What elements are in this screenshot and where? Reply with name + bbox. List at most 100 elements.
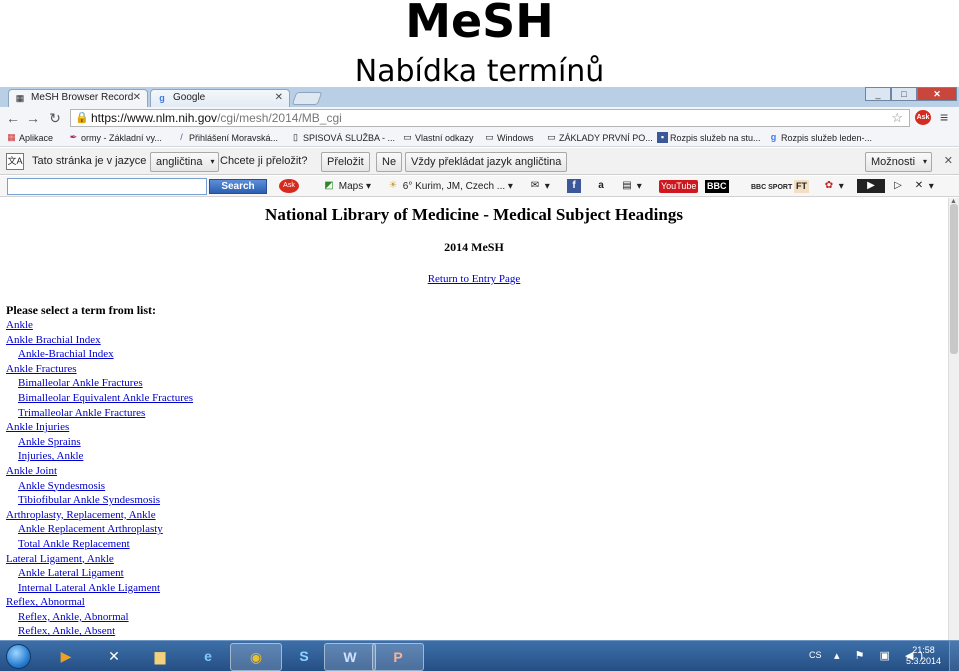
subterm-link[interactable]: Trimalleolar Ankle Fractures [18, 406, 145, 421]
news-icon: ▤ [622, 180, 632, 192]
bbc-button[interactable]: BBC [705, 179, 729, 194]
subterm-link[interactable]: Ankle Sprains [18, 435, 81, 450]
bookmark-folder[interactable]: ▭ Windows [484, 129, 533, 147]
translate-button[interactable]: Přeložit [321, 152, 370, 172]
term-link[interactable]: Reflex, Abnormal [6, 595, 85, 610]
subterm-link[interactable]: Reflex, Ankle, Abnormal [18, 610, 129, 625]
youtube-icon: YouTube [659, 180, 699, 193]
bookmark-item[interactable]: / Přihlášení Moravská... [176, 129, 278, 147]
address-bar[interactable]: 🔒 https://www.nlm.nih.gov/cgi/mesh/2014/… [70, 109, 910, 127]
term-link[interactable]: Ankle Brachial Index [6, 333, 101, 348]
bookmark-item[interactable]: g Rozpis služeb leden-... [768, 129, 872, 147]
taskbar-chrome[interactable]: ◉ [230, 643, 282, 671]
page-icon: ▯ [293, 132, 298, 142]
reload-icon[interactable]: ↻ [46, 109, 64, 127]
term-link[interactable]: Ankle [6, 318, 33, 333]
new-tab-button[interactable] [291, 92, 323, 105]
subterm-link[interactable]: Total Ankle Replacement [18, 537, 130, 552]
ft-button[interactable]: FT [794, 179, 809, 194]
weather-button[interactable]: ☀ 6° Kurim, JM, Czech ... ▾ [386, 179, 513, 194]
subterm-link[interactable]: Injuries, Ankle [18, 449, 83, 464]
bbc-sport-button[interactable]: BBC SPORT [751, 179, 793, 194]
mail-button[interactable]: ✉ ▾ [528, 179, 550, 194]
clock[interactable]: 21:58 5.3.2014 [906, 645, 941, 667]
ask-logo[interactable]: Ask [279, 179, 299, 194]
term-prompt: Please select a term from list: [6, 303, 157, 317]
taskbar-ie[interactable]: e [182, 643, 234, 671]
page-content: National Library of Medicine - Medical S… [0, 198, 948, 640]
amazon-button[interactable]: a [594, 179, 608, 194]
media-button[interactable]: ▶ [857, 179, 885, 194]
language-value: angličtina [156, 156, 203, 168]
taskbar-word[interactable]: W [324, 643, 376, 671]
forward-arrow-icon[interactable]: → [24, 109, 42, 127]
subterm-link[interactable]: Ankle Replacement Arthroplasty [18, 522, 163, 537]
toolbar-search-input[interactable] [7, 178, 207, 195]
bookmark-folder[interactable]: ▭ Vlastní odkazy [402, 129, 473, 147]
subterm-link[interactable]: Ankle Lateral Ligament [18, 566, 124, 581]
folder-icon: ▭ [485, 132, 494, 142]
close-icon[interactable]: ✕ [133, 90, 141, 106]
term-link[interactable]: Arthroplasty, Replacement, Ankle [6, 508, 156, 523]
term-link[interactable]: Ankle Fractures [6, 362, 77, 377]
bbc-sport-icon: BBC SPORT [751, 184, 793, 191]
url-host: https://www.nlm.nih.gov [91, 111, 218, 125]
news-button[interactable]: ▤ ▾ [620, 179, 642, 194]
tab-google[interactable]: g Google ✕ [150, 89, 290, 107]
show-desktop-button[interactable] [949, 641, 959, 671]
subterm-link[interactable]: Ankle Syndesmosis [18, 479, 105, 494]
close-icon[interactable]: ✕ [944, 154, 953, 167]
taskbar-powerpoint[interactable]: P [372, 643, 424, 671]
media-player-icon: ▶ [60, 648, 72, 664]
subterm-link[interactable]: Bimalleolar Equivalent Ankle Fractures [18, 391, 193, 406]
maximize-button[interactable]: □ [891, 87, 917, 101]
bookmark-label: ZÁKLADY PRVNÍ PO... [559, 133, 653, 143]
bookmark-item[interactable]: ▯ SPISOVÁ SLUŽBA - ... [290, 129, 395, 147]
term-link[interactable]: Ankle Joint [6, 464, 57, 479]
subterm-link[interactable]: Reflex, Ankle, Absent [18, 624, 115, 639]
subterm-link[interactable]: Internal Lateral Ankle Ligament [18, 581, 160, 596]
options-button[interactable]: Možnosti ▾ [865, 152, 933, 172]
back-arrow-icon[interactable]: ← [4, 109, 22, 127]
slide-title: MeSH [405, 0, 554, 48]
taskbar-explorer[interactable]: ▆ [134, 643, 186, 671]
close-window-button[interactable]: ✕ [917, 87, 957, 101]
bookmark-label: Přihlášení Moravská... [189, 133, 279, 143]
star-icon[interactable]: ☆ [891, 110, 903, 126]
google-icon: g [770, 132, 777, 142]
scrollbar[interactable]: ▲ [948, 198, 959, 640]
search-button[interactable]: Search [209, 179, 267, 194]
maps-button[interactable]: ◩ Maps ▾ [322, 179, 371, 194]
no-button[interactable]: Ne [376, 152, 403, 172]
return-to-entry-link[interactable]: Return to Entry Page [428, 273, 521, 285]
tools-icon: ✕ [914, 180, 924, 192]
scroll-thumb[interactable] [950, 204, 958, 354]
bookmark-apps[interactable]: ▦ Aplikace [6, 129, 53, 147]
bookmark-folder[interactable]: ▭ ZÁKLADY PRVNÍ PO... [546, 129, 653, 147]
language-select[interactable]: angličtina ▾ [150, 152, 220, 172]
close-icon[interactable]: ✕ [275, 90, 283, 106]
taskbar-media-player[interactable]: ▶ [40, 643, 92, 671]
taskbar-app[interactable]: ✕ [88, 643, 140, 671]
extension-button[interactable]: ✿ ▾ [822, 179, 844, 194]
term-link[interactable]: Ankle Injuries [6, 420, 69, 435]
ask-icon[interactable]: Ask [915, 110, 931, 125]
taskbar-skype[interactable]: S [278, 643, 330, 671]
menu-icon[interactable]: ≡ [940, 109, 948, 125]
language-indicator[interactable]: CS [809, 650, 822, 660]
subterm-link[interactable]: Tibiofibular Ankle Syndesmosis [18, 493, 160, 508]
subterm-link[interactable]: Ankle-Brachial Index [18, 347, 114, 362]
minimize-button[interactable]: _ [865, 87, 891, 101]
tab-mesh-browser[interactable]: ▦ MeSH Browser Record ✕ [8, 89, 148, 107]
more-arrow[interactable]: ▷ [891, 179, 905, 194]
always-translate-button[interactable]: Vždy překládat jazyk angličtina [405, 152, 568, 172]
start-button[interactable] [2, 641, 36, 671]
facebook-button[interactable]: f [567, 179, 581, 194]
bookmark-item[interactable]: ✒ ormy - Základní vy... [68, 129, 162, 147]
youtube-button[interactable]: YouTube [659, 179, 699, 194]
subterm-link[interactable]: Bimalleolar Ankle Fractures [18, 376, 143, 391]
tools-button[interactable]: ✕ ▾ [912, 179, 934, 194]
tab-label: MeSH Browser Record [31, 92, 134, 103]
bookmark-item[interactable]: ▪ Rozpis služeb na stu... [657, 129, 761, 147]
term-link[interactable]: Lateral Ligament, Ankle [6, 552, 114, 567]
